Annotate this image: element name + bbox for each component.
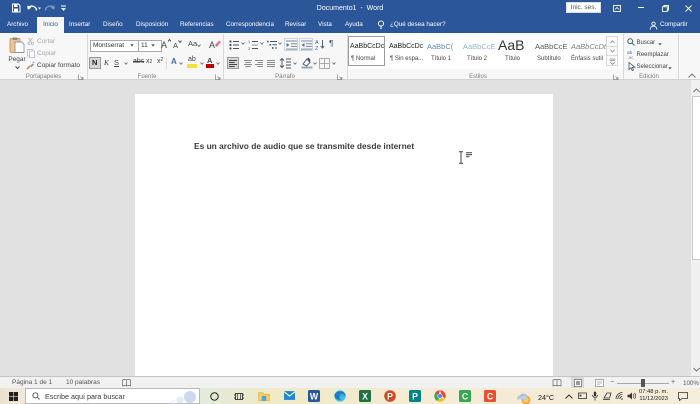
svg-text:Z: Z bbox=[315, 46, 319, 50]
svg-text:P: P bbox=[387, 391, 393, 401]
svg-text:X: X bbox=[362, 391, 368, 401]
svg-text:A: A bbox=[209, 40, 215, 49]
svg-text:A: A bbox=[173, 41, 178, 49]
svg-text:C: C bbox=[487, 391, 494, 401]
svg-text:P: P bbox=[412, 391, 418, 401]
svg-text:2: 2 bbox=[248, 46, 251, 50]
svg-text:ac: ac bbox=[629, 56, 635, 59]
svg-text:W: W bbox=[310, 391, 319, 401]
svg-text:1: 1 bbox=[248, 40, 251, 44]
svg-text:C: C bbox=[462, 391, 469, 401]
svg-text:A: A bbox=[161, 40, 167, 49]
